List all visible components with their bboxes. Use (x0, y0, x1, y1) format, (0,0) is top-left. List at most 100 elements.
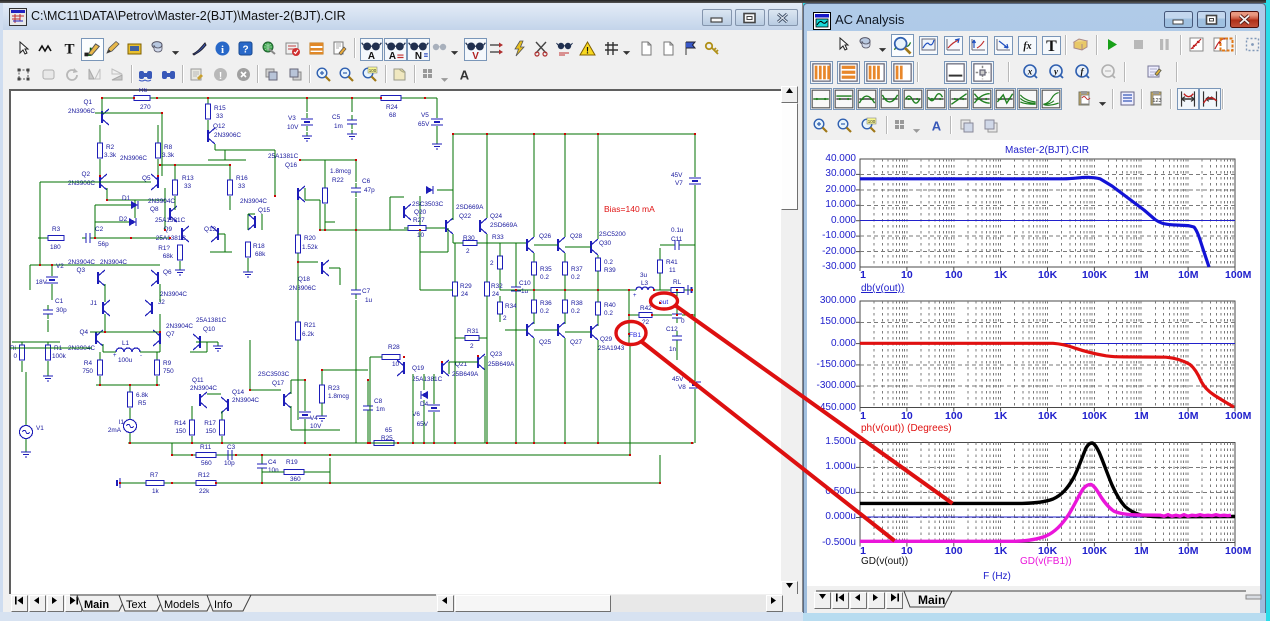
svg-text:RL: RL (673, 279, 682, 286)
svg-text:T: T (64, 42, 74, 58)
svg-text:C2: C2 (95, 226, 104, 233)
svg-text:J1: J1 (90, 300, 97, 307)
svg-text:D1: D1 (122, 195, 131, 202)
svg-text:Main: Main (84, 599, 109, 611)
svg-text:Main: Main (918, 593, 945, 607)
svg-text:V1: V1 (36, 425, 44, 432)
svg-text:R3: R3 (52, 226, 61, 233)
svg-text:25B649A: 25B649A (488, 361, 515, 368)
svg-text:0.2: 0.2 (571, 308, 580, 315)
svg-text:R1?: R1? (158, 245, 170, 252)
svg-text:2SD669A: 2SD669A (456, 204, 484, 211)
svg-text:Q29: Q29 (600, 336, 613, 343)
svg-text:2N3904C: 2N3904C (160, 291, 187, 298)
svg-text:R13: R13 (182, 175, 194, 182)
svg-text:65V: 65V (417, 421, 429, 428)
svg-text:180: 180 (50, 244, 61, 251)
svg-text:10n: 10n (268, 467, 279, 474)
svg-text:45V: 45V (672, 376, 684, 383)
svg-text:Q13: Q13 (204, 226, 217, 233)
svg-text:Q3: Q3 (76, 267, 85, 274)
svg-text:0.2: 0.2 (604, 259, 613, 266)
svg-text:0.2: 0.2 (540, 274, 549, 281)
svg-text:2: 2 (470, 343, 474, 350)
svg-text:2SA1943: 2SA1943 (598, 345, 625, 352)
svg-text:Q12: Q12 (213, 123, 226, 130)
svg-text:C6: C6 (362, 178, 371, 185)
svg-text:3.3k: 3.3k (162, 152, 175, 159)
svg-text:6.2k: 6.2k (302, 331, 315, 338)
svg-text:Q10: Q10 (203, 326, 216, 333)
svg-text:R36: R36 (540, 300, 552, 307)
svg-text:R24: R24 (386, 104, 398, 111)
svg-text:Q1: Q1 (83, 99, 92, 106)
svg-text:Q7: Q7 (166, 331, 175, 338)
svg-text:Text: Text (126, 599, 146, 611)
svg-text:Q14: Q14 (232, 389, 245, 396)
svg-text:R39: R39 (604, 267, 616, 274)
svg-text:18V: 18V (36, 279, 48, 286)
svg-text:R15: R15 (214, 105, 226, 112)
svg-text:10: 10 (417, 232, 425, 239)
svg-text:J2: J2 (158, 299, 165, 306)
svg-text:Bias=140 mA: Bias=140 mA (604, 204, 655, 214)
svg-text:A: A (460, 68, 470, 83)
svg-text:65: 65 (385, 427, 393, 434)
svg-text:68k: 68k (255, 251, 266, 258)
svg-text:R27: R27 (413, 217, 425, 224)
svg-text:0.1u: 0.1u (671, 227, 684, 234)
svg-text:Q16: Q16 (285, 162, 298, 169)
svg-text:+: + (113, 353, 117, 359)
svg-text:R11: R11 (200, 444, 212, 451)
svg-text:1.8mcg: 1.8mcg (328, 393, 349, 400)
svg-text:Q20: Q20 (414, 209, 427, 216)
svg-text:V2: V2 (56, 263, 64, 270)
svg-text:C10: C10 (519, 280, 531, 287)
svg-text:560: 560 (201, 460, 212, 467)
svg-text:R22: R22 (332, 177, 344, 184)
svg-text:R12: R12 (198, 472, 210, 479)
svg-text:1.8mcg: 1.8mcg (330, 168, 351, 175)
svg-text:0: 0 (681, 318, 685, 325)
svg-text:R17: R17 (204, 420, 216, 427)
svg-text:3.3k: 3.3k (104, 152, 117, 159)
svg-text:2N3906C: 2N3906C (214, 132, 241, 139)
svg-text:?2: ?2 (642, 319, 650, 326)
svg-text:65V: 65V (418, 121, 430, 128)
svg-text:I1: I1 (119, 419, 125, 426)
svg-text:R21: R21 (304, 322, 316, 329)
svg-text:Models: Models (164, 599, 200, 611)
svg-text:30p: 30p (56, 307, 67, 314)
svg-text:C8: C8 (374, 398, 383, 405)
svg-text:2N3904C: 2N3904C (148, 198, 175, 205)
svg-text:750: 750 (163, 368, 174, 375)
svg-text:A: A (389, 51, 396, 60)
svg-text:Q18: Q18 (298, 276, 311, 283)
svg-text:2SC3503C: 2SC3503C (258, 371, 290, 378)
svg-text:R16: R16 (236, 175, 248, 182)
svg-text:25A1381C: 25A1381C (412, 376, 443, 383)
svg-text:1n: 1n (669, 346, 677, 353)
svg-text:2N3906C: 2N3906C (68, 180, 95, 187)
svg-text:R38: R38 (571, 300, 583, 307)
svg-text:C11: C11 (671, 236, 683, 243)
svg-text:R7: R7 (150, 472, 159, 479)
svg-text:R37: R37 (571, 266, 583, 273)
svg-text:L3: L3 (641, 280, 649, 287)
svg-text:Q27: Q27 (570, 339, 583, 346)
svg-text:!: ! (586, 46, 589, 56)
svg-text:R8: R8 (164, 144, 173, 151)
svg-text:25B649A: 25B649A (452, 371, 479, 378)
svg-text:1k: 1k (152, 488, 160, 495)
svg-text:2N3906C: 2N3906C (289, 285, 316, 292)
svg-text:100: 100 (369, 68, 377, 73)
svg-text:11: 11 (669, 267, 676, 274)
svg-text:2: 2 (503, 315, 507, 322)
svg-text:R32: R32 (491, 283, 503, 290)
svg-text:2: 2 (490, 260, 494, 267)
svg-text:R5: R5 (138, 400, 147, 407)
svg-text:100k: 100k (52, 353, 67, 360)
svg-text:R9: R9 (163, 360, 172, 367)
svg-text:2SC3503C: 2SC3503C (412, 201, 444, 208)
svg-text:-: - (140, 353, 142, 359)
